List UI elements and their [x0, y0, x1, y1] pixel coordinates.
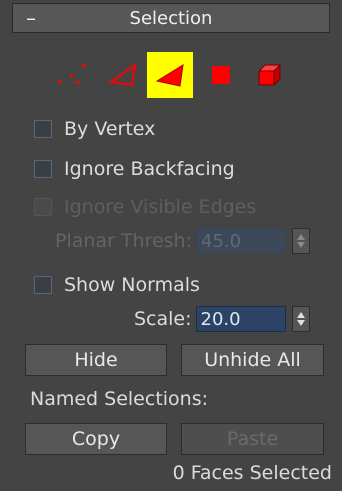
by-vertex-checkbox-row[interactable]: By Vertex: [34, 118, 155, 140]
scale-spinner[interactable]: [291, 306, 310, 332]
face-filled-triangle-icon: [155, 64, 184, 87]
spinner-up-icon: [297, 234, 305, 240]
hide-button[interactable]: Hide: [25, 344, 167, 376]
subobject-mode-toolbar: [50, 52, 290, 98]
ignore-visible-edges-checkbox: [34, 198, 52, 216]
named-selections-label: Named Selections:: [30, 388, 209, 410]
show-normals-checkbox-row[interactable]: Show Normals: [34, 274, 200, 296]
paste-button: Paste: [181, 423, 324, 455]
spinner-down-icon[interactable]: [296, 319, 306, 327]
show-normals-checkbox[interactable]: [34, 276, 52, 294]
polygon-mode-button[interactable]: [198, 52, 244, 98]
scale-row: Scale: 20.0: [134, 306, 310, 332]
spinner-up-icon[interactable]: [296, 311, 306, 319]
ignore-backfacing-checkbox[interactable]: [34, 160, 52, 178]
polygon-square-icon: [212, 66, 230, 84]
selection-status: 0 Faces Selected: [172, 462, 332, 484]
edge-mode-button[interactable]: [100, 52, 146, 98]
copy-button[interactable]: Copy: [25, 423, 167, 455]
scale-label: Scale:: [134, 308, 192, 330]
scale-input[interactable]: 20.0: [195, 306, 286, 332]
ignore-backfacing-label: Ignore Backfacing: [64, 158, 235, 180]
planar-thresh-input: 45.0: [196, 228, 286, 254]
show-normals-label: Show Normals: [64, 274, 200, 296]
unhide-all-button[interactable]: Unhide All: [181, 344, 324, 376]
vertex-mode-button[interactable]: [50, 52, 96, 98]
planar-thresh-label: Planar Thresh:: [55, 230, 192, 252]
planar-thresh-row: Planar Thresh: 45.0: [55, 228, 310, 254]
by-vertex-label: By Vertex: [64, 118, 156, 140]
selection-panel: – Selection By Vertex Ignore Backfacing …: [0, 0, 342, 491]
spinner-down-icon: [297, 242, 305, 248]
element-cube-icon: [258, 64, 281, 86]
edge-triangle-outline-icon: [108, 62, 137, 87]
element-mode-button[interactable]: [246, 52, 292, 98]
vertex-dots-icon: [58, 64, 85, 84]
face-mode-button[interactable]: [147, 52, 193, 98]
rollout-title: Selection: [129, 7, 213, 29]
by-vertex-checkbox[interactable]: [34, 120, 52, 138]
ignore-backfacing-checkbox-row[interactable]: Ignore Backfacing: [34, 158, 235, 180]
planar-thresh-spinner: [292, 228, 310, 254]
collapse-icon[interactable]: –: [13, 3, 49, 33]
rollout-header-selection[interactable]: – Selection: [12, 3, 330, 33]
ignore-visible-edges-checkbox-row: Ignore Visible Edges: [34, 196, 256, 218]
ignore-visible-edges-label: Ignore Visible Edges: [64, 196, 257, 218]
